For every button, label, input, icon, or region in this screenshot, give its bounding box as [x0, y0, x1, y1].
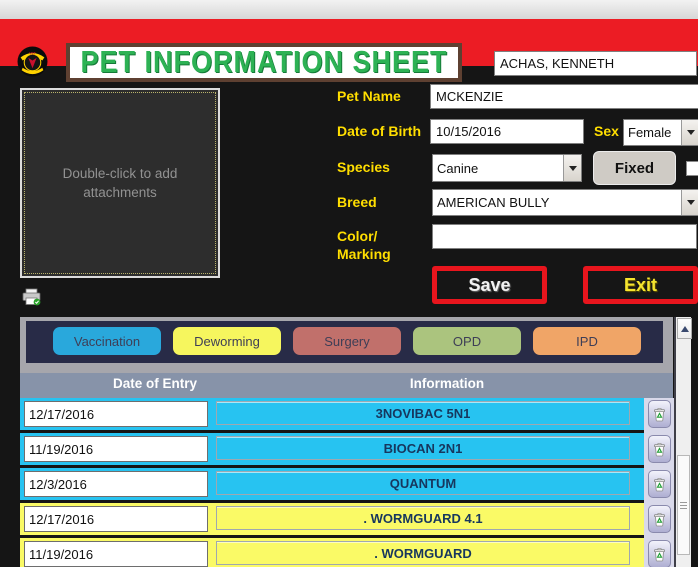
- owner-name-input[interactable]: [494, 51, 697, 76]
- record-information: QUANTUM: [216, 471, 630, 495]
- exit-button[interactable]: Exit: [583, 266, 698, 304]
- pet-name-label: Pet Name: [337, 88, 401, 104]
- header-banner: VET PET INFORMATION SHEET: [0, 19, 698, 66]
- record-row-vaccination: 3NOVIBAC 5N1: [20, 398, 644, 430]
- fixed-button[interactable]: Fixed: [593, 151, 676, 185]
- trash-icon: [653, 477, 666, 492]
- attachment-dropzone-border: Double-click to add attachments: [24, 92, 216, 274]
- attachment-placeholder: Double-click to add attachments: [45, 164, 195, 202]
- sex-label: Sex: [594, 123, 619, 139]
- delete-record-button[interactable]: [648, 540, 671, 567]
- record-row-deworming: . WORMGUARD: [20, 538, 644, 567]
- breed-dropdown-arrow-icon[interactable]: [681, 190, 698, 215]
- species-label: Species: [337, 159, 390, 175]
- record-date-input[interactable]: [24, 506, 208, 532]
- trash-icon: [653, 407, 666, 422]
- date-of-birth-input[interactable]: [430, 119, 584, 144]
- scrollbar-thumb[interactable]: [677, 455, 690, 555]
- record-row-vaccination: BIOCAN 2N1: [20, 433, 644, 465]
- breed-dropdown[interactable]: AMERICAN BULLY: [432, 189, 698, 216]
- species-dropdown[interactable]: Canine: [432, 154, 582, 182]
- breed-dropdown-value: AMERICAN BULLY: [433, 190, 681, 215]
- tab-ipd[interactable]: IPD: [533, 327, 641, 355]
- record-date-input[interactable]: [24, 401, 208, 427]
- title-box: PET INFORMATION SHEET: [66, 43, 462, 82]
- species-dropdown-arrow-icon[interactable]: [563, 155, 581, 181]
- trash-icon: [653, 442, 666, 457]
- pet-name-input[interactable]: [430, 84, 698, 109]
- print-icon[interactable]: [22, 288, 41, 306]
- scrollbar-up-arrow-icon[interactable]: [677, 318, 692, 339]
- record-information: . WORMGUARD: [216, 541, 630, 565]
- breed-label: Breed: [337, 194, 377, 210]
- tab-surgery[interactable]: Surgery: [293, 327, 401, 355]
- record-row-vaccination: QUANTUM: [20, 468, 644, 500]
- trash-icon: [653, 512, 666, 527]
- column-header-date: Date of Entry: [75, 376, 235, 391]
- page-title: PET INFORMATION SHEET: [80, 45, 447, 80]
- records-scrollbar[interactable]: [674, 317, 691, 567]
- scrollbar-grip: [680, 502, 687, 510]
- sex-dropdown[interactable]: Female: [623, 119, 698, 146]
- window-title-strip: [0, 0, 698, 20]
- tab-vaccination[interactable]: Vaccination: [53, 327, 161, 355]
- record-date-input[interactable]: [24, 436, 208, 462]
- delete-record-button[interactable]: [648, 435, 671, 463]
- delete-record-button[interactable]: [648, 470, 671, 498]
- record-information: . WORMGUARD 4.1: [216, 506, 630, 530]
- attachment-dropzone[interactable]: Double-click to add attachments: [20, 88, 220, 278]
- delete-record-button[interactable]: [648, 505, 671, 533]
- species-dropdown-value: Canine: [433, 155, 563, 181]
- record-information: BIOCAN 2N1: [216, 436, 630, 460]
- svg-text:VET: VET: [29, 52, 35, 56]
- delete-record-button[interactable]: [648, 400, 671, 428]
- clinic-logo-icon: VET: [17, 46, 48, 77]
- record-date-input[interactable]: [24, 471, 208, 497]
- color-marking-label: Color/ Marking: [337, 227, 391, 263]
- column-header-information: Information: [367, 376, 527, 391]
- tab-opd[interactable]: OPD: [413, 327, 521, 355]
- record-date-input[interactable]: [24, 541, 208, 567]
- trash-icon: [653, 547, 666, 562]
- tab-deworming[interactable]: Deworming: [173, 327, 281, 355]
- pet-information-sheet-window: VET PET INFORMATION SHEET Double-click t…: [0, 0, 698, 567]
- record-information: 3NOVIBAC 5N1: [216, 401, 630, 425]
- sex-dropdown-arrow-icon[interactable]: [681, 120, 698, 145]
- fixed-checkbox[interactable]: [686, 161, 698, 176]
- color-marking-input[interactable]: [432, 224, 697, 249]
- save-button[interactable]: Save: [432, 266, 547, 304]
- sex-dropdown-value: Female: [624, 120, 681, 145]
- record-row-deworming: . WORMGUARD 4.1: [20, 503, 644, 535]
- date-of-birth-label: Date of Birth: [337, 123, 421, 139]
